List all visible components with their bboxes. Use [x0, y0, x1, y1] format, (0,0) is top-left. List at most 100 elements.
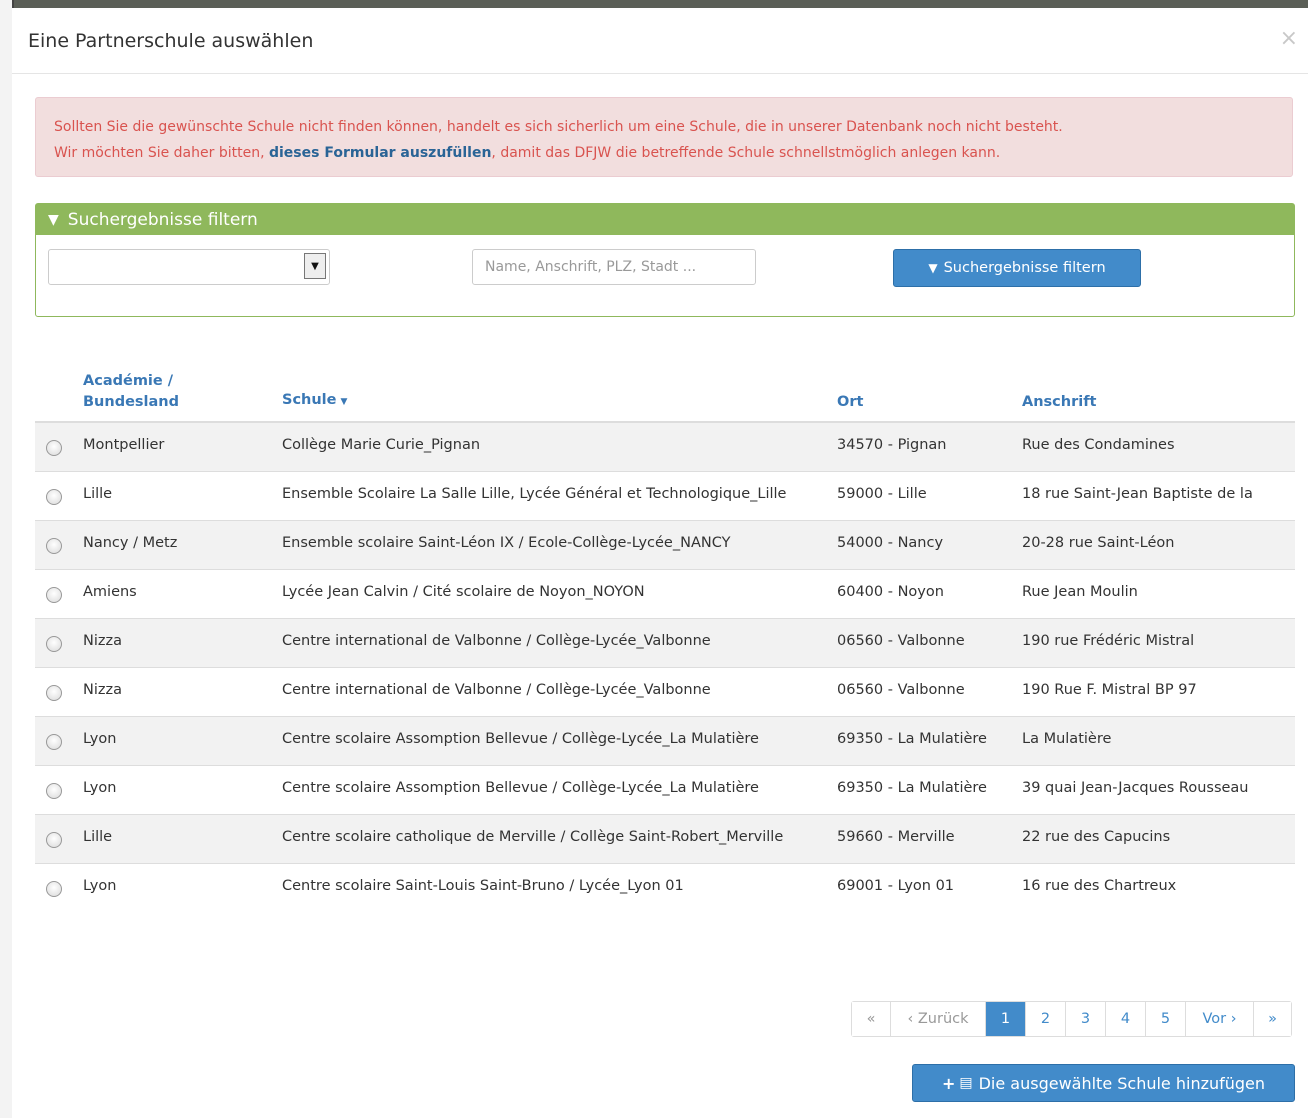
cell-select: [35, 421, 83, 472]
school-radio-button[interactable]: [46, 832, 62, 848]
cell-region: Nancy / Metz: [83, 520, 282, 570]
cell-region: Lyon: [83, 863, 282, 912]
form-link[interactable]: dieses Formular auszufüllen: [269, 145, 491, 161]
cell-ort: 69350 - La Mulatière: [837, 765, 1022, 815]
modal-title: Eine Partnerschule auswählen: [28, 30, 314, 52]
cell-address: 22 rue des Capucins: [1022, 814, 1295, 864]
cell-ort: 06560 - Valbonne: [837, 618, 1022, 668]
alert-line-2: Wir möchten Sie daher bitten, dieses For…: [54, 140, 1292, 166]
cell-region: Montpellier: [83, 421, 282, 472]
header-school[interactable]: Schule ▼: [282, 371, 837, 423]
filter-panel-heading: ▼ Suchergebnisse filtern: [36, 204, 1294, 235]
cell-ort: 60400 - Noyon: [837, 569, 1022, 619]
modal-header: Eine Partnerschule auswählen ×: [12, 8, 1308, 74]
cell-school: Lycée Jean Calvin / Cité scolaire de Noy…: [282, 569, 837, 619]
header-address[interactable]: Anschrift: [1022, 371, 1295, 423]
table-row[interactable]: Lille Centre scolaire catholique de Mervi…: [35, 814, 1295, 864]
header-region-line2: Bundesland: [83, 394, 179, 410]
cell-address: La Mulatière: [1022, 716, 1295, 766]
filter-button-label: Suchergebnisse filtern: [943, 260, 1106, 276]
cell-ort: 06560 - Valbonne: [837, 667, 1022, 717]
school-radio-button[interactable]: [46, 783, 62, 799]
school-radio-button[interactable]: [46, 636, 62, 652]
modal-dialog: Eine Partnerschule auswählen × Sollten S…: [12, 8, 1308, 1118]
table-row[interactable]: Lille Ensemble Scolaire La Salle Lille, L…: [35, 471, 1295, 521]
cell-school: Centre international de Valbonne / Collè…: [282, 667, 837, 717]
cell-region: Lyon: [83, 716, 282, 766]
cell-school: Centre scolaire Assomption Bellevue / Co…: [282, 716, 837, 766]
cell-address: 190 Rue F. Mistral BP 97: [1022, 667, 1295, 717]
cell-select: [35, 471, 83, 521]
page-2[interactable]: 2: [1025, 1002, 1065, 1036]
cell-select: [35, 765, 83, 815]
table-row[interactable]: Amiens Lycée Jean Calvin / Cité scolaire …: [35, 569, 1295, 619]
cell-school: Centre scolaire catholique de Merville /…: [282, 814, 837, 864]
cell-ort: 59660 - Merville: [837, 814, 1022, 864]
region-select[interactable]: ▼: [48, 249, 330, 285]
school-radio-button[interactable]: [46, 587, 62, 603]
header-school-label: Schule: [282, 392, 337, 408]
cell-school: Centre international de Valbonne / Collè…: [282, 618, 837, 668]
school-radio-button[interactable]: [46, 685, 62, 701]
table-row[interactable]: Lyon Centre scolaire Assomption Bellevue …: [35, 765, 1295, 815]
close-icon[interactable]: ×: [1280, 26, 1298, 51]
building-icon: ▤: [959, 1075, 973, 1091]
cell-school: Collège Marie Curie_Pignan: [282, 421, 837, 472]
pagination: « ‹ Zurück 1 2 3 4 5 Vor › »: [851, 1001, 1292, 1037]
cell-address: 39 quai Jean-Jacques Rousseau: [1022, 765, 1295, 815]
filter-heading-label: Suchergebnisse filtern: [67, 209, 258, 230]
add-school-label: Die ausgewählte Schule hinzufügen: [978, 1073, 1266, 1093]
page-5[interactable]: 5: [1145, 1002, 1185, 1036]
header-ort[interactable]: Ort: [837, 371, 1022, 423]
cell-region: Nizza: [83, 618, 282, 668]
cell-select: [35, 569, 83, 619]
cell-ort: 69001 - Lyon 01: [837, 863, 1022, 912]
school-radio-button[interactable]: [46, 538, 62, 554]
cell-select: [35, 863, 83, 912]
cell-ort: 54000 - Nancy: [837, 520, 1022, 570]
school-radio-button[interactable]: [46, 881, 62, 897]
cell-address: 20-28 rue Saint-Léon: [1022, 520, 1295, 570]
table-row[interactable]: Lyon Centre scolaire Saint-Louis Saint-Br…: [35, 863, 1295, 912]
add-school-button[interactable]: + ▤ Die ausgewählte Schule hinzufügen: [912, 1064, 1295, 1102]
cell-select: [35, 814, 83, 864]
school-radio-button[interactable]: [46, 489, 62, 505]
alert-line-1: Sollten Sie die gewünschte Schule nicht …: [54, 119, 1063, 135]
cell-address: 190 rue Frédéric Mistral: [1022, 618, 1295, 668]
cell-address: 18 rue Saint-Jean Baptiste de la: [1022, 471, 1295, 521]
alert-text-after-link: , damit das DFJW die betreffende Schule …: [491, 145, 1001, 161]
header-region[interactable]: Académie / Bundesland: [83, 371, 282, 423]
table-row[interactable]: Nizza Centre international de Valbonne / …: [35, 618, 1295, 668]
schools-table: Académie / Bundesland Schule ▼ Ort Anschr…: [35, 371, 1295, 912]
page-prev[interactable]: ‹ Zurück: [890, 1002, 985, 1036]
cell-address: Rue des Condamines: [1022, 421, 1295, 472]
cell-ort: 34570 - Pignan: [837, 421, 1022, 472]
cell-region: Lille: [83, 471, 282, 521]
chevron-down-icon[interactable]: ▼: [304, 253, 326, 279]
page-4[interactable]: 4: [1105, 1002, 1145, 1036]
page-1[interactable]: 1: [985, 1002, 1025, 1036]
cell-address: 16 rue des Chartreux: [1022, 863, 1295, 912]
page-first[interactable]: «: [852, 1002, 890, 1036]
cell-region: Nizza: [83, 667, 282, 717]
page-last[interactable]: »: [1253, 1002, 1291, 1036]
table-row[interactable]: Montpellier Collège Marie Curie_Pignan 345…: [35, 421, 1295, 472]
cell-school: Ensemble scolaire Saint-Léon IX / Ecole-…: [282, 520, 837, 570]
cell-select: [35, 618, 83, 668]
cell-school: Centre scolaire Assomption Bellevue / Co…: [282, 765, 837, 815]
page-next[interactable]: Vor ›: [1185, 1002, 1253, 1036]
table-row[interactable]: Nizza Centre international de Valbonne / …: [35, 667, 1295, 717]
school-radio-button[interactable]: [46, 440, 62, 456]
filter-panel: ▼ Suchergebnisse filtern ▼ ▼ Suchergebni…: [35, 203, 1295, 317]
table-row[interactable]: Nancy / Metz Ensemble scolaire Saint-Léon…: [35, 520, 1295, 570]
search-input[interactable]: [472, 249, 756, 285]
cell-select: [35, 667, 83, 717]
school-radio-button[interactable]: [46, 734, 62, 750]
table-row[interactable]: Lyon Centre scolaire Assomption Bellevue …: [35, 716, 1295, 766]
cell-select: [35, 520, 83, 570]
cell-school: Centre scolaire Saint-Louis Saint-Bruno …: [282, 863, 837, 912]
filter-button[interactable]: ▼ Suchergebnisse filtern: [893, 249, 1141, 287]
filter-icon: ▼: [928, 261, 938, 275]
cell-select: [35, 716, 83, 766]
page-3[interactable]: 3: [1065, 1002, 1105, 1036]
